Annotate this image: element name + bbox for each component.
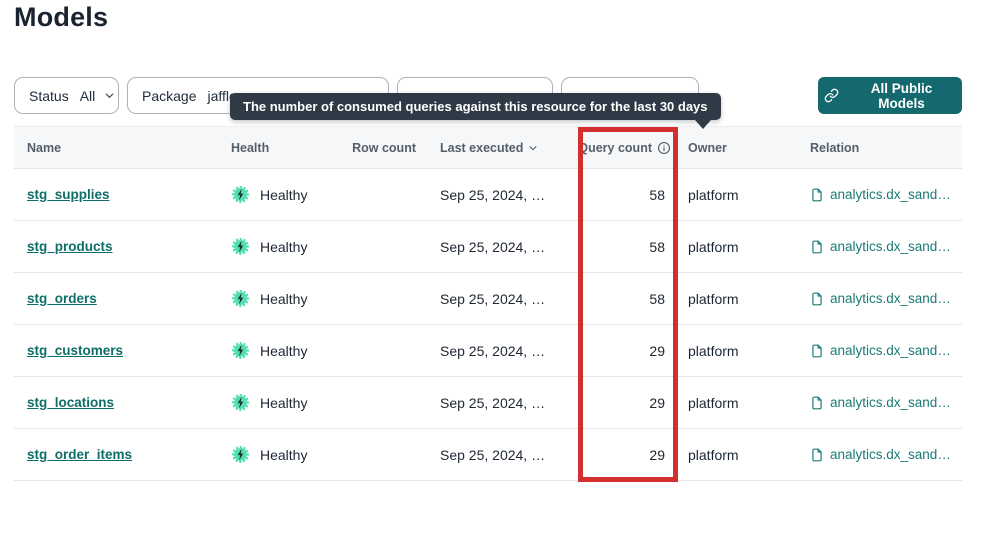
tooltip-arrow [695, 120, 711, 129]
health-badge-icon [231, 237, 250, 256]
relation-link[interactable]: analytics.dx_sand… [830, 187, 951, 202]
last-executed-cell: Sep 25, 2024, … [426, 343, 570, 359]
health-status-label: Healthy [260, 239, 307, 255]
table-row: stg_supplies Healthy Sep 25, 2024, … 58 … [14, 169, 962, 221]
relation-cell: analytics.dx_sand… [788, 291, 962, 306]
table-body: stg_supplies Healthy Sep 25, 2024, … 58 … [14, 169, 962, 481]
health-cell: Healthy [231, 445, 348, 464]
table-row: stg_customers Healthy Sep 25, 2024, … 29… [14, 325, 962, 377]
model-name-link[interactable]: stg_orders [27, 291, 97, 306]
last-executed-cell: Sep 25, 2024, … [426, 447, 570, 463]
file-icon [810, 448, 824, 462]
models-table: Name Health Row count Last executed Quer… [14, 126, 962, 481]
chevron-down-icon [104, 90, 115, 101]
health-badge-icon [231, 393, 250, 412]
column-header-query-count: Query count [570, 141, 669, 155]
health-status-label: Healthy [260, 447, 307, 463]
column-header-health: Health [231, 141, 348, 155]
health-cell: Healthy [231, 237, 348, 256]
models-page: Models Status All Package jaffle_ All Pu… [0, 0, 989, 536]
relation-cell: analytics.dx_sand… [788, 343, 962, 358]
model-name-link[interactable]: stg_order_items [27, 447, 132, 462]
health-cell: Healthy [231, 185, 348, 204]
relation-link[interactable]: analytics.dx_sand… [830, 343, 951, 358]
query-count-cell: 29 [570, 343, 669, 359]
last-executed-cell: Sep 25, 2024, … [426, 187, 570, 203]
query-count-cell: 29 [570, 395, 669, 411]
query-count-cell: 58 [570, 291, 669, 307]
status-filter[interactable]: Status All [14, 77, 119, 114]
health-badge-icon [231, 341, 250, 360]
name-cell: stg_orders [14, 291, 231, 306]
column-header-row-count: Row count [348, 141, 426, 155]
owner-cell: platform [669, 291, 788, 307]
owner-cell: platform [669, 343, 788, 359]
file-icon [810, 396, 824, 410]
name-cell: stg_customers [14, 343, 231, 358]
name-cell: stg_products [14, 239, 231, 254]
query-count-cell: 58 [570, 187, 669, 203]
query-count-tooltip: The number of consumed queries against t… [230, 93, 721, 120]
relation-cell: analytics.dx_sand… [788, 447, 962, 462]
owner-cell: platform [669, 187, 788, 203]
owner-cell: platform [669, 447, 788, 463]
name-cell: stg_supplies [14, 187, 231, 202]
column-header-name: Name [14, 141, 231, 155]
status-filter-label: Status [29, 88, 69, 104]
last-executed-cell: Sep 25, 2024, … [426, 291, 570, 307]
all-public-models-label: All Public Models [847, 81, 956, 111]
file-icon [810, 292, 824, 306]
query-count-cell: 58 [570, 239, 669, 255]
model-name-link[interactable]: stg_customers [27, 343, 123, 358]
last-executed-cell: Sep 25, 2024, … [426, 395, 570, 411]
health-cell: Healthy [231, 341, 348, 360]
status-filter-value: All [80, 88, 96, 104]
relation-link[interactable]: analytics.dx_sand… [830, 239, 951, 254]
file-icon [810, 344, 824, 358]
sort-chevron-down-icon [528, 143, 538, 153]
health-badge-icon [231, 185, 250, 204]
table-row: stg_locations Healthy Sep 25, 2024, … 29… [14, 377, 962, 429]
relation-cell: analytics.dx_sand… [788, 239, 962, 254]
relation-link[interactable]: analytics.dx_sand… [830, 395, 951, 410]
health-cell: Healthy [231, 393, 348, 412]
column-header-relation: Relation [788, 141, 962, 155]
page-title: Models [14, 2, 108, 33]
last-executed-cell: Sep 25, 2024, … [426, 239, 570, 255]
relation-link[interactable]: analytics.dx_sand… [830, 291, 951, 306]
link-icon [824, 88, 839, 103]
owner-cell: platform [669, 239, 788, 255]
health-badge-icon [231, 289, 250, 308]
name-cell: stg_locations [14, 395, 231, 410]
health-cell: Healthy [231, 289, 348, 308]
table-header-row: Name Health Row count Last executed Quer… [14, 126, 962, 169]
table-row: stg_products Healthy Sep 25, 2024, … 58 … [14, 221, 962, 273]
name-cell: stg_order_items [14, 447, 231, 462]
health-status-label: Healthy [260, 343, 307, 359]
tooltip-text: The number of consumed queries against t… [243, 99, 708, 114]
model-name-link[interactable]: stg_supplies [27, 187, 110, 202]
file-icon [810, 240, 824, 254]
health-status-label: Healthy [260, 395, 307, 411]
model-name-link[interactable]: stg_products [27, 239, 113, 254]
column-header-last-executed[interactable]: Last executed [426, 141, 570, 155]
all-public-models-button[interactable]: All Public Models [818, 77, 962, 114]
table-row: stg_orders Healthy Sep 25, 2024, … 58 pl… [14, 273, 962, 325]
relation-cell: analytics.dx_sand… [788, 187, 962, 202]
health-badge-icon [231, 445, 250, 464]
model-name-link[interactable]: stg_locations [27, 395, 114, 410]
query-count-cell: 29 [570, 447, 669, 463]
table-row: stg_order_items Healthy Sep 25, 2024, … … [14, 429, 962, 481]
column-header-owner: Owner [669, 141, 788, 155]
relation-link[interactable]: analytics.dx_sand… [830, 447, 951, 462]
owner-cell: platform [669, 395, 788, 411]
file-icon [810, 188, 824, 202]
health-status-label: Healthy [260, 187, 307, 203]
package-filter-label: Package [142, 88, 196, 104]
relation-cell: analytics.dx_sand… [788, 395, 962, 410]
health-status-label: Healthy [260, 291, 307, 307]
